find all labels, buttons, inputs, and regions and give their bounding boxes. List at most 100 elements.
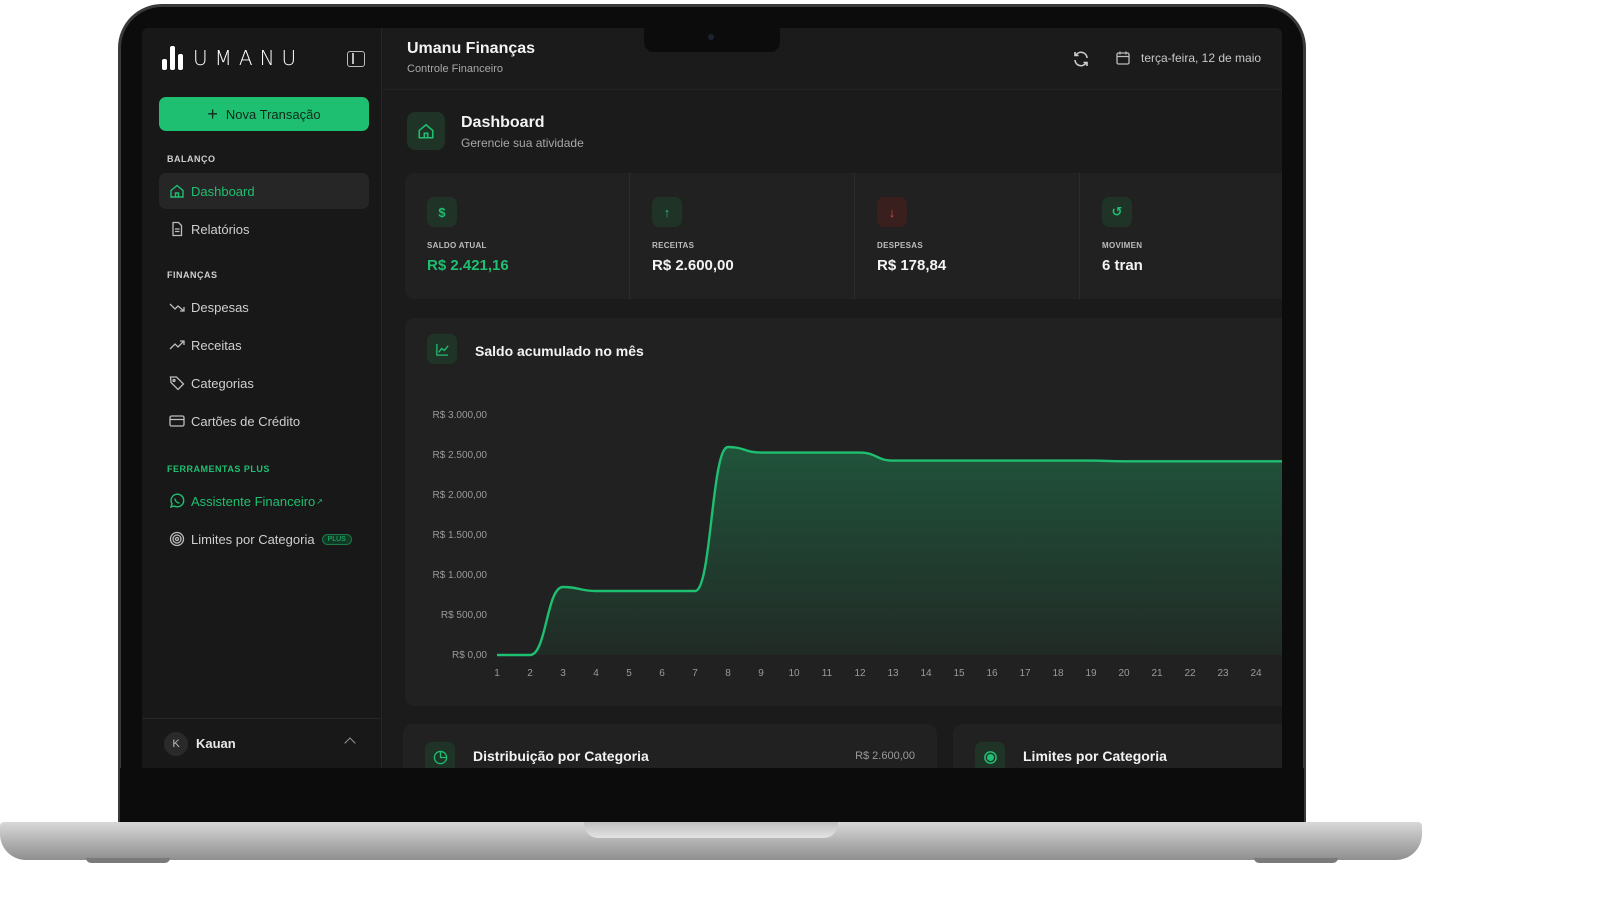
x-tick-label: 12 xyxy=(854,668,866,679)
y-tick-label: R$ 3.000,00 xyxy=(433,410,488,421)
camera-notch xyxy=(644,28,780,52)
stat-value: R$ 2.600,00 xyxy=(652,257,734,274)
x-tick-label: 23 xyxy=(1217,668,1229,679)
topbar: Umanu Finanças Controle Financeiro terça… xyxy=(383,28,1282,90)
laptop-bezel xyxy=(120,768,1304,826)
x-tick-label: 6 xyxy=(659,668,665,679)
x-tick-label: 9 xyxy=(758,668,764,679)
external-link-icon: ↗ xyxy=(316,496,323,506)
target-icon xyxy=(975,742,1005,768)
y-tick-label: R$ 0,00 xyxy=(452,650,487,661)
target-icon xyxy=(169,531,185,547)
stat-label: DESPESAS xyxy=(877,241,923,250)
sidebar-item-label: Cartões de Crédito xyxy=(191,413,301,429)
stat-saldo-atual: $ SALDO ATUAL R$ 2.421,16 xyxy=(405,173,630,299)
sidebar: UMANU + Nova Transação BALANÇO Dashboard… xyxy=(142,28,382,768)
section-title-financas: FINANÇAS xyxy=(167,270,218,280)
x-tick-label: 13 xyxy=(887,668,899,679)
section-title-ferramentas: FERRAMENTAS PLUS xyxy=(167,464,270,474)
stat-label: RECEITAS xyxy=(652,241,695,250)
stat-value: R$ 2.421,16 xyxy=(427,257,509,274)
sidebar-item-cartoes[interactable]: Cartões de Crédito xyxy=(159,403,369,439)
x-tick-label: 16 xyxy=(986,668,998,679)
sidebar-item-assistente[interactable]: Assistente Financeiro ↗ xyxy=(159,483,369,519)
sidebar-item-limites[interactable]: Limites por Categoria PLUS xyxy=(159,521,369,557)
x-tick-label: 21 xyxy=(1151,668,1163,679)
y-tick-label: R$ 500,00 xyxy=(441,610,488,621)
refresh-icon[interactable] xyxy=(1072,50,1090,68)
x-tick-label: 22 xyxy=(1184,668,1196,679)
balance-chart: R$ 0,00 R$ 500,00 R$ 1.000,00 R$ 1.500,00 R$… xyxy=(433,410,1282,679)
page-subtitle: Gerencie sua atividade xyxy=(461,136,584,150)
current-date: terça-feira, 12 de maio xyxy=(1141,51,1262,65)
sidebar-item-relatorios[interactable]: Relatórios xyxy=(159,211,369,247)
whatsapp-icon xyxy=(169,493,185,509)
laptop-base xyxy=(0,822,1422,860)
stat-receitas: ↑ RECEITAS R$ 2.600,00 xyxy=(630,173,855,299)
sidebar-item-label: Dashboard xyxy=(191,183,255,199)
x-tick-label: 15 xyxy=(953,668,965,679)
app-title: Umanu Finanças xyxy=(407,40,536,57)
user-name: Kauan xyxy=(196,736,236,751)
y-tick-label: R$ 1.500,00 xyxy=(433,530,488,541)
x-tick-label: 2 xyxy=(527,668,533,679)
arrow-down-icon: ↓ xyxy=(877,197,907,227)
sidebar-item-despesas[interactable]: Despesas xyxy=(159,289,369,325)
sidebar-item-label: Despesas xyxy=(191,299,249,315)
sidebar-item-label: Receitas xyxy=(191,337,242,353)
card-title: Distribuição por Categoria xyxy=(473,748,649,764)
x-tick-label: 14 xyxy=(920,668,932,679)
main-content: Umanu Finanças Controle Financeiro terça… xyxy=(383,28,1282,768)
sidebar-item-label: Limites por Categoria xyxy=(191,531,315,547)
avatar: K xyxy=(164,731,188,756)
card-amount: R$ 2.600,00 xyxy=(855,750,915,762)
arrow-up-icon: ↑ xyxy=(652,197,682,227)
laptop-foot-left xyxy=(86,858,170,863)
x-tick-label: 18 xyxy=(1052,668,1064,679)
new-transaction-button[interactable]: + Nova Transação xyxy=(159,97,369,131)
stat-value: 6 tran xyxy=(1102,257,1143,274)
sidebar-item-label: Assistente Financeiro xyxy=(191,493,316,509)
brand-name: UMANU xyxy=(193,46,304,70)
y-tick-label: R$ 1.000,00 xyxy=(433,570,488,581)
sidebar-item-categorias[interactable]: Categorias xyxy=(159,365,369,401)
x-tick-label: 19 xyxy=(1085,668,1097,679)
laptop-foot-right xyxy=(1254,858,1338,863)
user-menu[interactable]: K Kauan xyxy=(142,718,382,768)
pie-chart-icon xyxy=(425,742,455,768)
sidebar-item-label: Categorias xyxy=(191,375,254,391)
x-tick-label: 17 xyxy=(1019,668,1031,679)
sidebar-item-label: Relatórios xyxy=(191,221,250,237)
plus-icon: + xyxy=(207,104,218,124)
sidebar-item-dashboard[interactable]: Dashboard xyxy=(159,173,369,209)
credit-card-icon xyxy=(169,413,185,429)
dollar-icon: $ xyxy=(427,197,457,227)
brand-logo[interactable]: UMANU xyxy=(162,46,303,70)
page-title: Dashboard xyxy=(461,114,545,131)
document-icon xyxy=(169,221,185,237)
x-tick-label: 8 xyxy=(725,668,731,679)
x-tick-label: 7 xyxy=(692,668,698,679)
sidebar-collapse-icon[interactable] xyxy=(347,51,365,67)
stat-label: MOVIMEN xyxy=(1102,241,1143,250)
stat-label: SALDO ATUAL xyxy=(427,241,487,250)
tag-icon xyxy=(169,375,185,391)
stat-value: R$ 178,84 xyxy=(877,257,947,274)
x-tick-label: 3 xyxy=(560,668,566,679)
stats-row: $ SALDO ATUAL R$ 2.421,16 ↑ RECEITAS R$ … xyxy=(405,173,1282,299)
new-transaction-label: Nova Transação xyxy=(225,106,321,122)
chevron-up-icon xyxy=(344,737,356,749)
x-tick-label: 20 xyxy=(1118,668,1130,679)
x-tick-label: 11 xyxy=(822,668,833,679)
category-limits-card: Limites por Categoria xyxy=(953,724,1282,768)
section-title-balanco: BALANÇO xyxy=(167,154,216,164)
category-distribution-card: Distribuição por Categoria R$ 2.600,00 xyxy=(403,724,937,768)
x-tick-label: 5 xyxy=(626,668,632,679)
calendar-icon xyxy=(1116,51,1130,65)
home-icon xyxy=(407,112,445,150)
history-icon: ↺ xyxy=(1102,197,1132,227)
laptop-groove xyxy=(584,822,838,838)
plus-badge: PLUS xyxy=(321,533,352,545)
sidebar-item-receitas[interactable]: Receitas xyxy=(159,327,369,363)
trending-down-icon xyxy=(169,299,185,315)
